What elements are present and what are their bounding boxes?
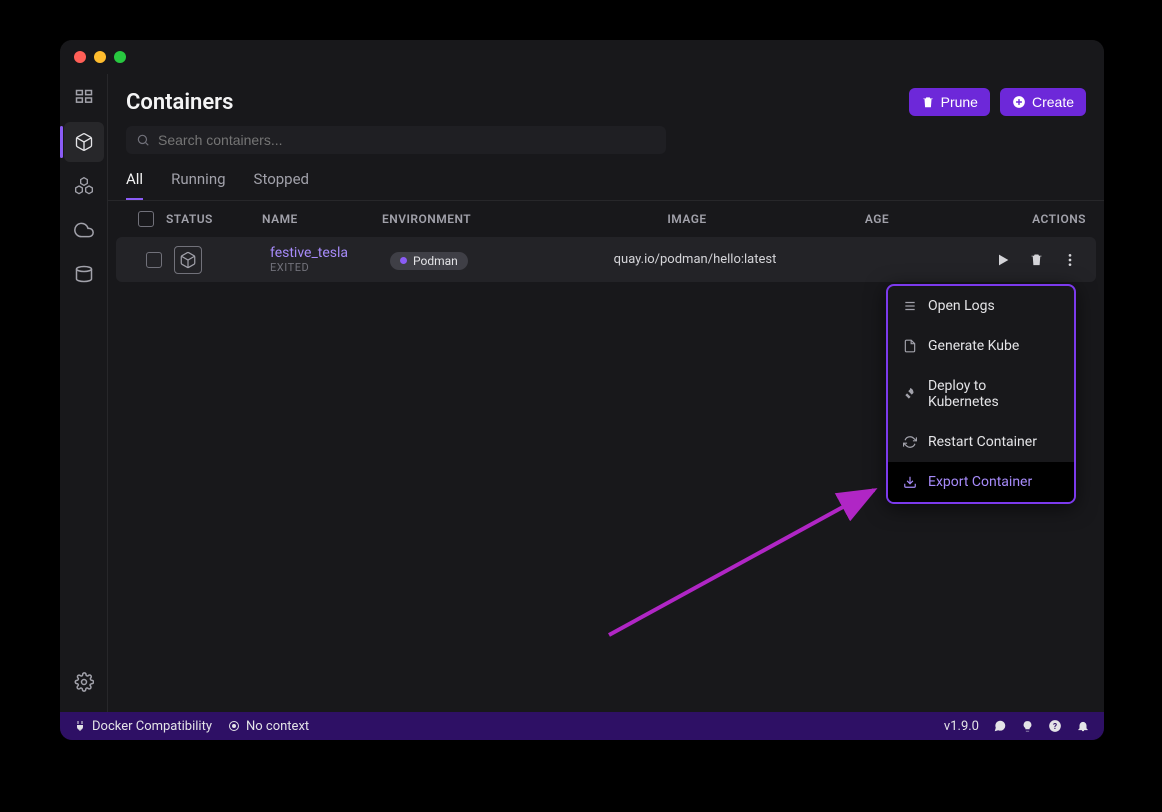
search-field[interactable] <box>126 126 666 154</box>
container-status-icon <box>174 246 202 274</box>
col-environment: ENVIRONMENT <box>382 212 562 226</box>
col-name: NAME <box>262 212 382 226</box>
dashboard-icon <box>74 88 94 108</box>
menu-generate-kube[interactable]: Generate Kube <box>888 326 1074 366</box>
window-maximize-button[interactable] <box>114 51 126 63</box>
sidebar-item-containers[interactable] <box>64 122 104 162</box>
play-icon <box>995 252 1011 268</box>
col-actions: ACTIONS <box>942 212 1086 226</box>
kebab-icon <box>1062 252 1078 268</box>
search-icon <box>136 133 150 147</box>
header: Containers Prune Create <box>108 74 1104 160</box>
create-label: Create <box>1032 94 1074 110</box>
trash-icon <box>1029 252 1044 267</box>
status-context[interactable]: No context <box>228 719 309 734</box>
cube-icon <box>179 251 197 269</box>
plug-icon <box>74 720 86 732</box>
sidebar-item-pods[interactable] <box>64 166 104 206</box>
menu-label: Generate Kube <box>928 338 1019 354</box>
col-status: STATUS <box>166 212 262 226</box>
status-label: Docker Compatibility <box>92 719 212 734</box>
tab-running[interactable]: Running <box>171 170 225 200</box>
status-feedback[interactable] <box>993 719 1007 733</box>
cloud-icon <box>74 220 94 240</box>
environment-label: Podman <box>413 254 458 268</box>
menu-label: Export Container <box>928 474 1032 490</box>
plus-circle-icon <box>1012 95 1026 109</box>
status-tips[interactable] <box>1021 720 1034 733</box>
page-title: Containers <box>126 90 233 115</box>
container-name-link[interactable]: festive_tesla <box>270 245 390 261</box>
trash-icon <box>921 95 935 109</box>
environment-badge: Podman <box>390 252 468 270</box>
context-menu: Open Logs Generate Kube Deploy to Kubern… <box>886 284 1076 504</box>
table-header: STATUS NAME ENVIRONMENT IMAGE AGE ACTION… <box>108 201 1104 237</box>
menu-label: Restart Container <box>928 434 1037 450</box>
menu-export-container[interactable]: Export Container <box>888 462 1074 502</box>
bell-icon <box>1076 719 1090 733</box>
delete-button[interactable] <box>1029 252 1044 268</box>
lightbulb-icon <box>1021 720 1034 733</box>
tabs: All Running Stopped <box>108 160 1104 201</box>
sidebar-item-images[interactable] <box>64 210 104 250</box>
menu-restart-container[interactable]: Restart Container <box>888 422 1074 462</box>
table-row: festive_tesla EXITED Podman quay.io/podm… <box>116 237 1096 282</box>
container-icon <box>74 132 94 152</box>
restart-icon <box>903 435 917 449</box>
menu-open-logs[interactable]: Open Logs <box>888 286 1074 326</box>
sidebar-item-dashboard[interactable] <box>64 78 104 118</box>
menu-deploy-kubernetes[interactable]: Deploy to Kubernetes <box>888 366 1074 422</box>
statusbar: Docker Compatibility No context v1.9.0 ? <box>60 712 1104 740</box>
status-notifications[interactable] <box>1076 719 1090 733</box>
titlebar <box>60 40 1104 74</box>
status-help[interactable]: ? <box>1048 719 1062 733</box>
window-close-button[interactable] <box>74 51 86 63</box>
col-image: IMAGE <box>562 212 812 226</box>
app-window: Containers Prune Create <box>60 40 1104 740</box>
status-docker-compat[interactable]: Docker Compatibility <box>74 719 212 734</box>
sidebar <box>60 74 108 712</box>
container-image: quay.io/podman/hello:latest <box>570 252 820 267</box>
more-actions-button[interactable] <box>1062 252 1078 268</box>
menu-label: Open Logs <box>928 298 995 314</box>
prune-label: Prune <box>941 94 978 110</box>
version-label: v1.9.0 <box>944 719 979 734</box>
select-all-checkbox[interactable] <box>138 211 154 227</box>
pods-icon <box>74 176 94 196</box>
tab-all[interactable]: All <box>126 170 143 200</box>
start-button[interactable] <box>995 252 1011 268</box>
sidebar-item-volumes[interactable] <box>64 254 104 294</box>
file-icon <box>903 339 917 353</box>
chat-icon <box>993 719 1007 733</box>
sidebar-item-settings[interactable] <box>64 662 104 702</box>
create-button[interactable]: Create <box>1000 88 1086 116</box>
help-icon: ? <box>1048 719 1062 733</box>
search-input[interactable] <box>158 132 656 148</box>
menu-label: Deploy to Kubernetes <box>928 378 1060 410</box>
prune-button[interactable]: Prune <box>909 88 990 116</box>
env-dot-icon <box>400 257 407 264</box>
status-label: No context <box>246 719 309 734</box>
download-icon <box>903 475 917 489</box>
context-icon <box>228 720 240 732</box>
window-minimize-button[interactable] <box>94 51 106 63</box>
container-status-text: EXITED <box>270 261 390 274</box>
col-age: AGE <box>812 212 942 226</box>
volumes-icon <box>74 264 94 284</box>
svg-text:?: ? <box>1053 721 1057 731</box>
gear-icon <box>74 672 94 692</box>
row-checkbox[interactable] <box>146 252 162 268</box>
logs-icon <box>903 299 917 313</box>
rocket-icon <box>903 387 917 401</box>
tab-stopped[interactable]: Stopped <box>254 170 309 200</box>
